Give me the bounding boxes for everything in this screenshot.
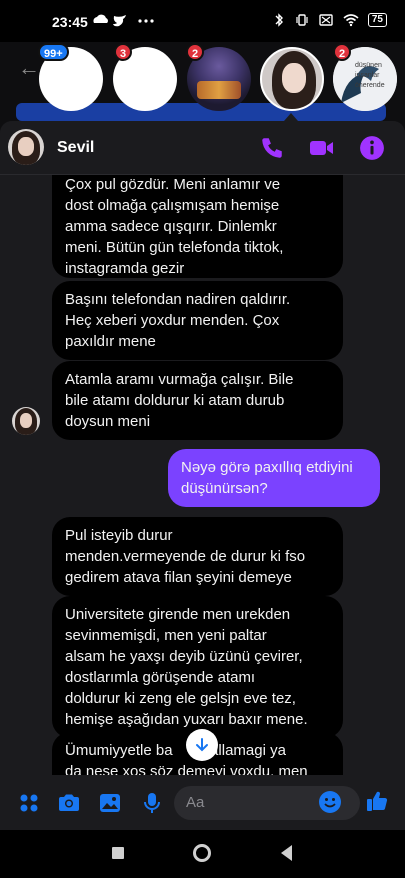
- notification-icons: [92, 13, 162, 30]
- wifi-icon: [343, 14, 359, 27]
- home-button[interactable]: [193, 844, 211, 862]
- chat-header: Sevil: [0, 121, 405, 175]
- battery-indicator: 75: [367, 13, 387, 27]
- phone-call-icon[interactable]: [259, 135, 285, 161]
- message-text: meni. Bütün gün telefonda tiktok,: [65, 239, 284, 256]
- message-text: alsam he yaxşı deyib üzünü çevirer,: [65, 648, 303, 665]
- message-list[interactable]: Çox pul gözdür. Meni anlamır ve dost olm…: [0, 175, 405, 775]
- message-text: sevinmemişdi, men yeni paltar: [65, 627, 267, 644]
- sender-avatar[interactable]: [12, 407, 40, 435]
- message-text: da nese xos söz demeyi voxdu. men: [65, 763, 308, 775]
- message-text: Başını telefondan nadiren qaldırır.: [65, 291, 291, 308]
- message-text: paxıldır mene: [65, 333, 156, 350]
- message-composer: Aa: [0, 775, 405, 830]
- back-button[interactable]: [281, 845, 292, 861]
- message-bubble-incoming[interactable]: Başını telefondan nadiren qaldırır. Heç …: [52, 281, 343, 360]
- message-text: amma sadece qışqırır. Dinlemkr: [65, 218, 277, 235]
- unread-badge: 2: [186, 43, 205, 61]
- info-icon[interactable]: [359, 135, 385, 161]
- chat-head-5-text: düşünen insanlar önerende: [355, 62, 385, 89]
- video-call-icon[interactable]: [309, 135, 335, 161]
- message-text: instagramda gezir: [65, 260, 185, 277]
- camera-icon[interactable]: [57, 791, 81, 815]
- status-bar: 23:45 75: [0, 0, 405, 42]
- system-navigation-bar: [0, 830, 405, 878]
- message-text: dostlarımla görüşende atamı: [65, 669, 256, 686]
- back-arrow-icon[interactable]: ←: [18, 55, 40, 81]
- vibrate-icon: [296, 14, 308, 26]
- no-sim-icon: [319, 14, 333, 26]
- unread-badge: 99+: [38, 43, 69, 61]
- bluetooth-off-icon: [275, 13, 283, 27]
- message-text: Nəyə görə paxıllıq etdiyini: [181, 459, 353, 476]
- message-text: doysun meni: [65, 413, 151, 430]
- message-bubble-incoming[interactable]: Atamla aramı vurmağa çalışır. Bile bile …: [52, 361, 343, 440]
- contact-name[interactable]: Sevil: [57, 139, 94, 157]
- message-bubble-outgoing[interactable]: Nəyə görə paxıllıq etdiyini düşünürsən?: [168, 449, 380, 507]
- emoji-icon[interactable]: [318, 790, 342, 814]
- gallery-image-icon[interactable]: [98, 791, 122, 815]
- unread-badge: 3: [114, 43, 133, 61]
- message-text: menden.vermeyende de durur ki fso: [65, 548, 306, 565]
- message-text: Çox pul gözdür. Meni anlamır ve: [65, 176, 281, 193]
- message-text: hemişe aşağıdan yuxarı baxır mene.: [65, 711, 308, 728]
- chat-window: Sevil Çox pul gözdür. Meni anlamır ve do…: [0, 121, 405, 830]
- more-actions-grid-icon[interactable]: [17, 791, 41, 815]
- microphone-icon[interactable]: [140, 791, 164, 815]
- message-input-placeholder: Aa: [186, 794, 205, 811]
- message-bubble-incoming[interactable]: Universitete girende men urekden sevinme…: [52, 596, 343, 738]
- notification-glyphs-icon: [93, 14, 154, 27]
- message-text: Universitete girende men urekden: [65, 606, 291, 623]
- message-text: doldurur ki zeng ele gelsjn eve tez,: [65, 690, 296, 707]
- message-text: bile atamı doldurur ki atam durub: [65, 392, 285, 409]
- arrow-down-icon: [196, 738, 208, 752]
- message-text: gedirem atava filan şeyini demeye: [65, 569, 292, 586]
- system-status-icons: 75: [272, 13, 387, 27]
- active-head-pointer: [284, 113, 298, 121]
- message-text: düşünürsən?: [181, 480, 268, 497]
- message-bubble-incoming[interactable]: Çox pul gözdür. Meni anlamır ve dost olm…: [52, 175, 343, 278]
- scroll-to-bottom-button[interactable]: [186, 729, 218, 761]
- like-thumbs-up-icon[interactable]: [365, 789, 389, 813]
- message-text: dost olmağa çalışmışam hemişe: [65, 197, 280, 214]
- message-text: Atamla aramı vurmağa çalışır. Bile: [65, 371, 294, 388]
- message-text: Pul isteyib durur: [65, 527, 173, 544]
- unread-badge: 2: [333, 43, 352, 61]
- status-time: 23:45: [52, 14, 88, 30]
- contact-avatar[interactable]: [8, 129, 44, 165]
- chat-head-active[interactable]: [260, 47, 324, 111]
- message-text: Heç xeberi yoxdur menden. Çox: [65, 312, 280, 329]
- recents-button[interactable]: [112, 847, 124, 859]
- message-bubble-incoming[interactable]: Pul isteyib durur menden.vermeyende de d…: [52, 517, 343, 596]
